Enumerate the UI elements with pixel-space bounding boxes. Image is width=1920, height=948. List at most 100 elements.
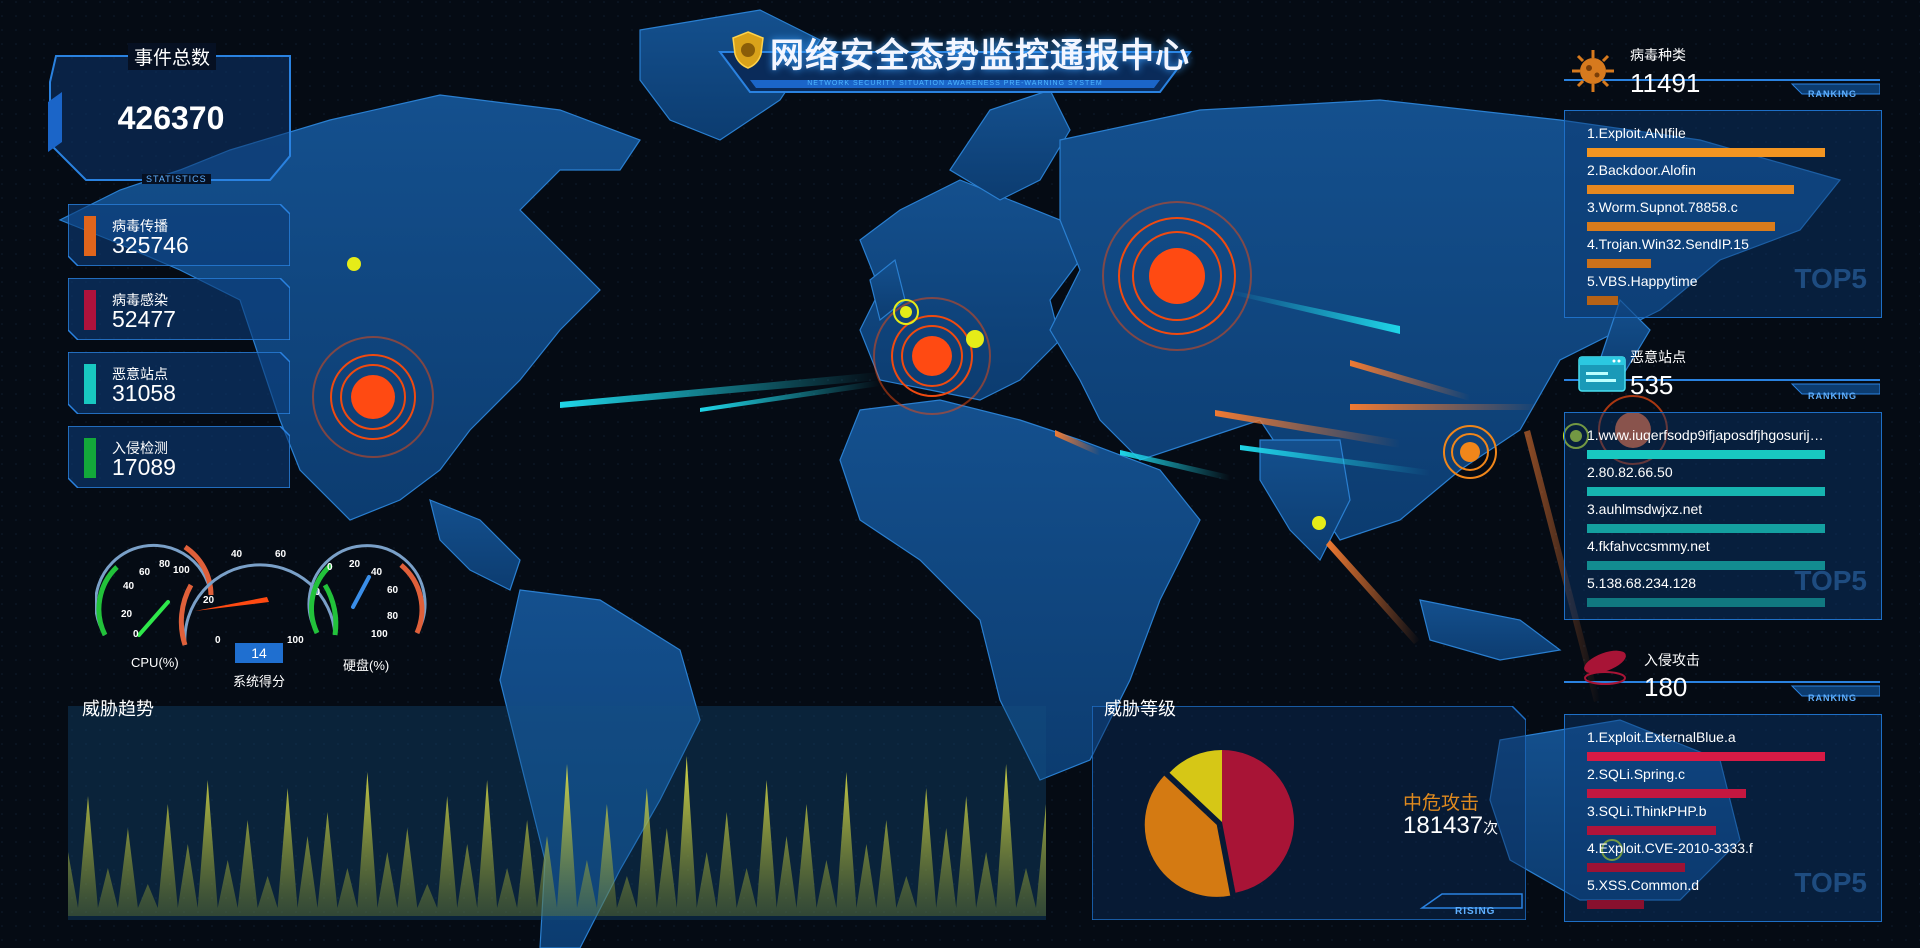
- list-item-label[interactable]: 4.Exploit.CVE-2010-3333.f: [1587, 840, 1827, 856]
- gauge-tick: 20: [349, 559, 361, 570]
- list-item-label[interactable]: 3.SQLi.ThinkPHP.b: [1587, 803, 1827, 819]
- list-item-label[interactable]: 3.auhlmsdwjxz.net: [1587, 501, 1827, 517]
- gauge-tick: 40: [231, 549, 243, 560]
- gauge-tick: 100: [287, 635, 304, 646]
- gauge-tick: 80: [387, 611, 399, 622]
- list-item-bar: [1587, 450, 1825, 459]
- threat-level-pie: [1144, 750, 1294, 897]
- disk-gauge-label: 硬盘(%): [343, 658, 390, 673]
- virus-icon: [1572, 50, 1614, 92]
- list-item-label[interactable]: 1.Exploit.ANIfile: [1587, 125, 1827, 141]
- malicious-sites-list: 1.www.iuqerfsodp9ifjaposdfjhgosurijfaewr…: [1564, 412, 1882, 620]
- total-events-value: 426370: [117, 100, 225, 136]
- total-events-label: 事件总数: [128, 43, 217, 70]
- threat-trend-area: [68, 756, 1046, 916]
- top5-watermark: TOP5: [1794, 565, 1867, 596]
- intrusion-title: 入侵攻击: [1644, 652, 1700, 668]
- threat-level-name: 中危攻击: [1403, 793, 1480, 814]
- list-item-bar: [1587, 826, 1716, 835]
- cpu-gauge-label: CPU(%): [131, 655, 179, 670]
- list-item-label[interactable]: 2.Backdoor.Alofin: [1587, 162, 1827, 178]
- virus-types-title: 病毒种类: [1630, 47, 1686, 63]
- stat-card-malicious-site[interactable]: 恶意站点 31058: [68, 352, 290, 414]
- stat-flag: [84, 216, 96, 256]
- gauges-panel: 0 20 40 60 80 100 0 20 40 60 80 100 0 20…: [95, 525, 435, 695]
- shield-icon: [732, 31, 764, 69]
- page-subtitle: NETWORK SECURITY SITUATION AWARENESS PRE…: [807, 80, 1103, 87]
- stat-card-intrusion-detect[interactable]: 入侵检测 17089: [68, 426, 290, 488]
- list-item-bar: [1587, 296, 1618, 305]
- list-item-label[interactable]: 1.Exploit.ExternalBlue.a: [1587, 729, 1827, 745]
- system-score-label: 系统得分: [233, 674, 286, 689]
- gauge-tick: 80: [159, 559, 171, 570]
- cpu-gauge: 0 20 40 60 80 100: [95, 543, 214, 640]
- disk-gauge-needle: [351, 575, 371, 609]
- list-item-label[interactable]: 4.fkfahvccsmmy.net: [1587, 538, 1827, 554]
- attack-target-china: [1443, 425, 1497, 479]
- ranking-tag: RANKING: [1808, 391, 1857, 401]
- top5-watermark: TOP5: [1794, 867, 1867, 898]
- intrusion-value: 180: [1644, 672, 1688, 702]
- stat-card-virus-infection[interactable]: 病毒感染 52477: [68, 278, 290, 340]
- virus-types-value: 11491: [1630, 68, 1701, 98]
- list-item-bar: [1587, 185, 1794, 194]
- list-item-bar: [1587, 598, 1825, 607]
- stat-value: 325746: [112, 232, 189, 258]
- attack-source-europe: [873, 297, 991, 415]
- gauge-tick: 40: [123, 581, 135, 592]
- top5-watermark: TOP5: [1794, 263, 1867, 294]
- gauge-tick: 20: [203, 595, 215, 606]
- rising-tag: RISING: [1455, 906, 1496, 917]
- list-item-label[interactable]: 3.Worm.Supnot.78858.c: [1587, 199, 1827, 215]
- list-item-bar: [1587, 148, 1825, 157]
- browser-window-icon: [1578, 356, 1626, 392]
- gauge-tick: 60: [139, 567, 151, 578]
- gauge-tick: 60: [275, 549, 287, 560]
- attack-trail: [1350, 404, 1540, 410]
- list-item-label[interactable]: 2.SQLi.Spring.c: [1587, 766, 1827, 782]
- threat-trend-title: 威胁趋势: [82, 699, 154, 719]
- list-item-bar: [1587, 487, 1825, 496]
- stat-flag: [84, 290, 96, 330]
- list-item-label[interactable]: 5.XSS.Common.d: [1587, 877, 1827, 893]
- event-dot: [1312, 516, 1326, 530]
- gauge-tick: 60: [387, 585, 399, 596]
- gauge-tick: 0: [133, 629, 139, 640]
- threat-level-unit: 次: [1483, 820, 1499, 837]
- ranking-tag: RANKING: [1808, 89, 1857, 99]
- gauge-tick: 100: [173, 565, 190, 576]
- stat-card-virus-spread[interactable]: 病毒传播 325746: [68, 204, 290, 266]
- threat-trend-chart: [68, 756, 1046, 916]
- stat-value: 52477: [112, 306, 176, 332]
- list-item-label[interactable]: 5.138.68.234.128: [1587, 575, 1827, 591]
- list-item-label[interactable]: 5.VBS.Happytime: [1587, 273, 1827, 289]
- statistics-tag: STATISTICS: [142, 174, 211, 184]
- stat-flag: [84, 438, 96, 478]
- ranking-tag: RANKING: [1808, 693, 1857, 703]
- event-dot: [347, 257, 361, 271]
- list-item-label[interactable]: 4.Trojan.Win32.SendIP.15: [1587, 236, 1827, 252]
- list-item-bar: [1587, 752, 1825, 761]
- list-item-bar: [1587, 863, 1685, 872]
- total-events-panel: 事件总数 426370 STATISTICS: [46, 43, 296, 184]
- list-item-label[interactable]: 1.www.iuqerfsodp9ifjaposdfjhgosurijfaewr…: [1587, 427, 1827, 443]
- list-item-bar: [1587, 789, 1746, 798]
- threat-level-title: 威胁等级: [1104, 699, 1176, 719]
- malicious-sites-title: 恶意站点: [1630, 349, 1686, 365]
- gauge-tick: 0: [327, 562, 333, 573]
- stat-value: 31058: [112, 380, 176, 406]
- stat-flag: [84, 364, 96, 404]
- list-item-bar: [1587, 561, 1825, 570]
- threat-level-count-row: 181437次: [1403, 812, 1498, 840]
- gauge-tick: 40: [371, 567, 383, 578]
- list-item-bar: [1587, 524, 1825, 533]
- stat-value: 17089: [112, 454, 176, 480]
- list-item-bar: [1587, 222, 1775, 231]
- list-item-label[interactable]: 2.80.82.66.50: [1587, 464, 1827, 480]
- virus-types-list: 1.Exploit.ANIfile 2.Backdoor.Alofin 3.Wo…: [1564, 110, 1882, 318]
- threat-level-count: 181437: [1403, 812, 1484, 839]
- gauge-tick: 0: [215, 635, 221, 646]
- list-item-bar: [1587, 900, 1644, 909]
- system-score-value: 14: [235, 643, 283, 663]
- malicious-sites-value: 535: [1630, 370, 1674, 400]
